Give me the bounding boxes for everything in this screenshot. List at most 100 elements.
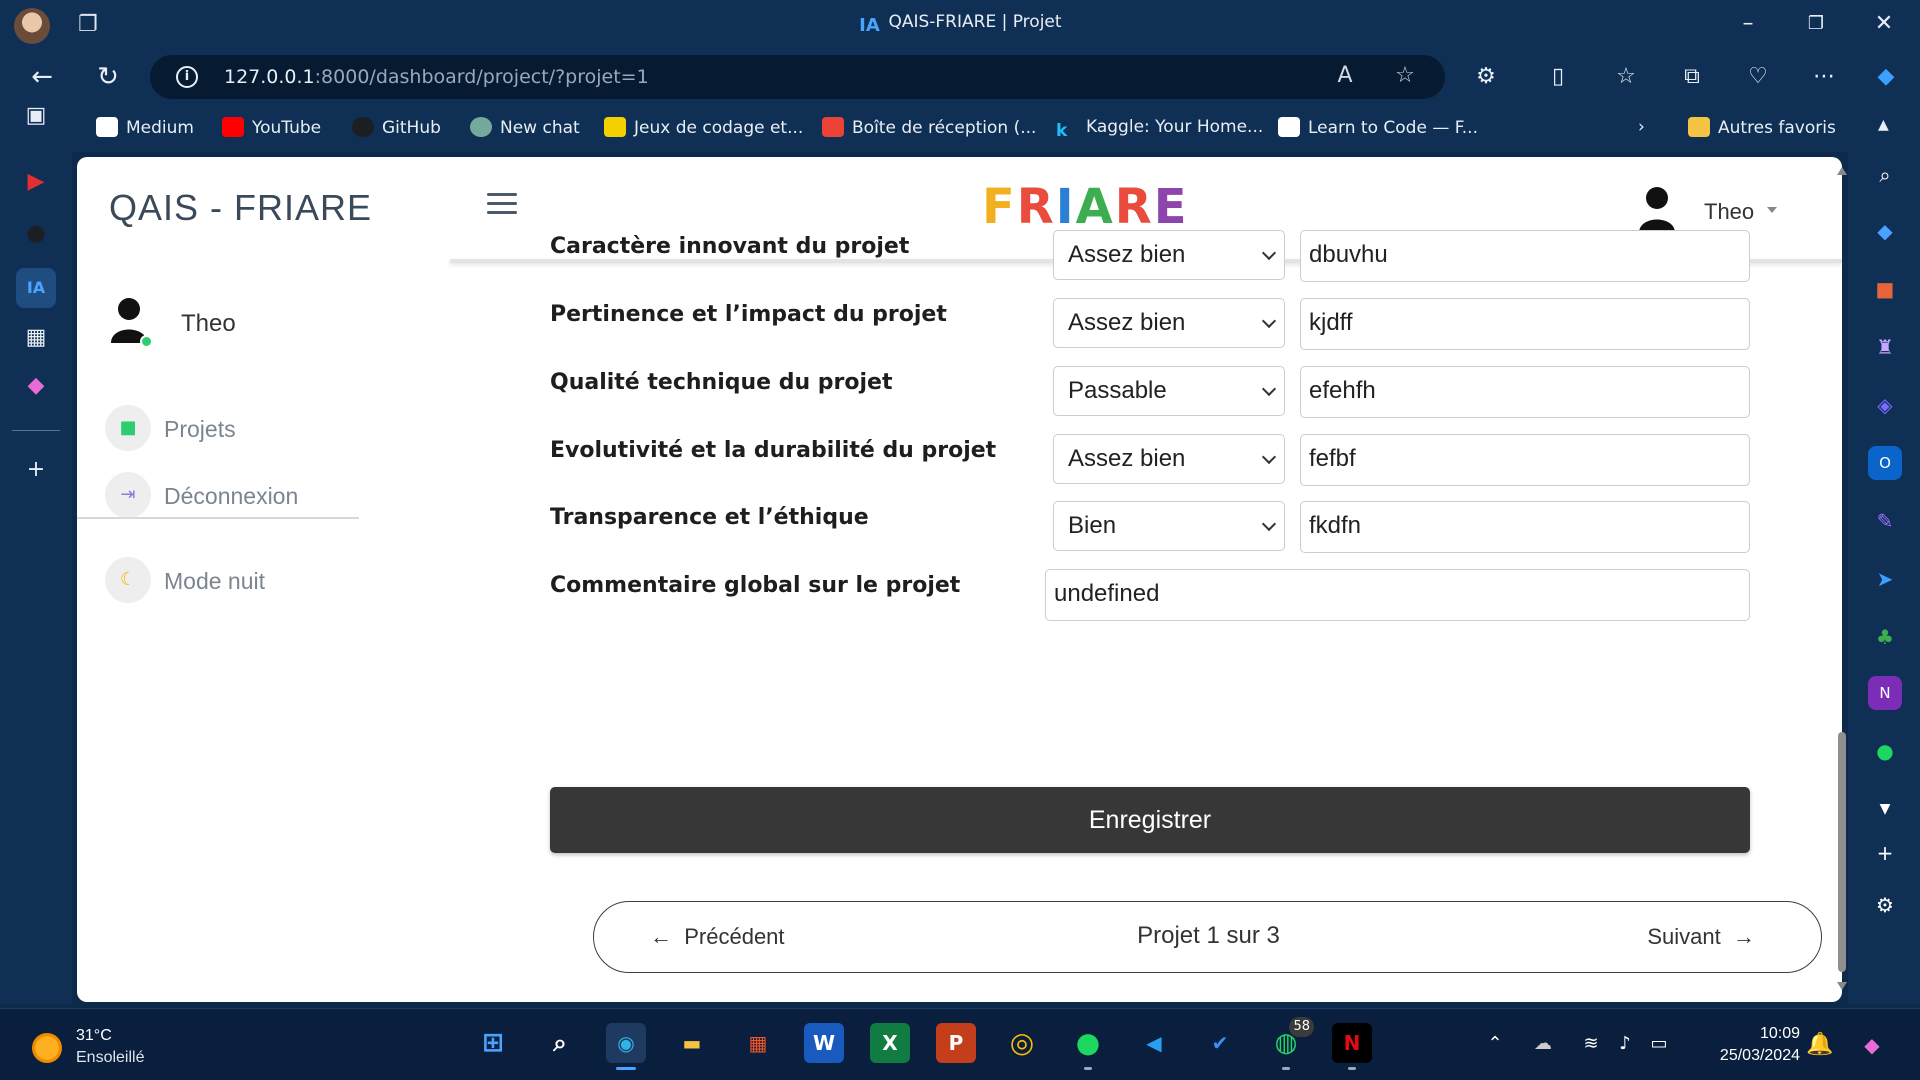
volume-icon[interactable]: ♪ xyxy=(1612,1031,1638,1057)
site-info-icon[interactable]: i xyxy=(176,66,198,88)
sidebar-item-mode-nuit[interactable]: ☾ Mode nuit xyxy=(105,557,345,605)
scroll-down-arrow-icon[interactable] xyxy=(1837,982,1847,990)
sidebar-add-icon[interactable]: + xyxy=(1868,836,1902,870)
designer-icon[interactable]: ✎ xyxy=(1868,504,1902,538)
bookmark-github[interactable]: GitHub xyxy=(352,117,441,138)
collapse-up-icon[interactable]: ▲ xyxy=(1878,117,1889,133)
rating-select[interactable]: Assez bien xyxy=(1053,230,1285,280)
comment-input[interactable]: kjdff xyxy=(1300,298,1750,350)
collections-icon[interactable]: ⧉ xyxy=(1676,62,1708,92)
url-text[interactable]: 127.0.0.1:8000/dashboard/project/?projet… xyxy=(224,66,649,88)
weather-temperature: 31°C xyxy=(76,1027,112,1044)
search-taskbar-icon[interactable]: ⌕ xyxy=(540,1023,580,1063)
rating-select[interactable]: Assez bien xyxy=(1053,434,1285,484)
sidebar-settings-gear-icon[interactable]: ⚙ xyxy=(1868,888,1902,922)
store-icon[interactable]: ▦ xyxy=(738,1023,778,1063)
copilot-taskbar-icon[interactable]: ◆ xyxy=(1852,1025,1892,1065)
next-button[interactable]: Suivant → xyxy=(1647,924,1755,950)
global-comment-label: Commentaire global sur le projet xyxy=(550,573,961,598)
edge-taskbar-icon[interactable]: ◉ xyxy=(606,1023,646,1070)
minimize-button[interactable]: – xyxy=(1730,8,1766,40)
netflix-icon[interactable]: N xyxy=(1332,1023,1372,1070)
performance-icon[interactable]: ♡ xyxy=(1742,62,1774,92)
tools-icon[interactable]: ■ xyxy=(1868,272,1902,306)
close-button[interactable]: ✕ xyxy=(1866,8,1902,40)
favorites-icon[interactable]: ☆ xyxy=(1610,62,1642,92)
tab-panel-icon[interactable]: ▣ xyxy=(16,96,56,136)
notifications-bell-icon[interactable]: 🔔 xyxy=(1800,1025,1840,1065)
back-button[interactable]: ← xyxy=(24,60,60,94)
microsoft365-icon[interactable]: ◈ xyxy=(1868,388,1902,422)
sidebar-item-deconnexion[interactable]: ⇥ Déconnexion xyxy=(105,472,345,520)
outlook-icon[interactable]: O xyxy=(1868,446,1902,480)
app-brand[interactable]: QAIS - FRIARE xyxy=(109,187,372,229)
rating-select[interactable]: Passable xyxy=(1053,366,1285,416)
comment-input[interactable]: fkdfn xyxy=(1300,501,1750,553)
bookmark-youtube[interactable]: YouTube xyxy=(222,117,321,138)
sidebar-more-chevron-icon[interactable]: ▼ xyxy=(1868,792,1902,826)
chrome-icon[interactable]: ◎ xyxy=(1002,1023,1042,1063)
address-bar[interactable]: i 127.0.0.1:8000/dashboard/project/?proj… xyxy=(150,55,1445,99)
logout-icon: ⇥ xyxy=(105,472,151,518)
scrollbar-thumb[interactable] xyxy=(1838,732,1846,972)
new-tab-plus-icon[interactable]: + xyxy=(16,450,56,490)
rating-select[interactable]: Assez bien xyxy=(1053,298,1285,348)
word-icon[interactable]: W xyxy=(804,1023,844,1063)
bookmark-new-chat[interactable]: New chat xyxy=(470,117,580,138)
battery-icon[interactable]: ▭ xyxy=(1646,1031,1672,1057)
bookmark-kaggle[interactable]: k Kaggle: Your Home... xyxy=(1056,117,1263,141)
hamburger-menu-icon[interactable] xyxy=(487,193,517,217)
other-favorites-folder[interactable]: Autres favoris xyxy=(1688,117,1836,138)
bookmark-jeux-de-codage[interactable]: Jeux de codage et... xyxy=(604,117,803,138)
wifi-icon[interactable]: ≋ xyxy=(1578,1031,1604,1057)
favorite-star-icon[interactable]: ☆ xyxy=(1390,63,1420,91)
shopping-tag-icon[interactable]: ◆ xyxy=(1868,214,1902,248)
split-screen-icon[interactable]: ▯ xyxy=(1542,62,1574,92)
spotify-icon[interactable]: ● xyxy=(1868,734,1902,768)
logo-letter: R xyxy=(1114,179,1154,235)
todo-icon[interactable]: ✔ xyxy=(1200,1023,1240,1063)
copilot-tab-icon[interactable]: ◆ xyxy=(16,366,56,406)
global-comment-input[interactable]: undefined xyxy=(1045,569,1750,621)
taskbar-clock[interactable]: 10:09 25/03/2024 xyxy=(1700,1023,1800,1067)
youtube-tab-icon[interactable]: ▶ xyxy=(16,162,56,202)
start-windows-icon[interactable]: ⊞ xyxy=(473,1023,513,1063)
comment-input[interactable]: fefbf xyxy=(1300,434,1750,486)
bookmarks-overflow-chevron-icon[interactable]: › xyxy=(1638,117,1645,137)
calendar-tab-icon[interactable]: ▦ xyxy=(16,318,56,358)
onedrive-error-icon[interactable]: ☁ xyxy=(1530,1031,1556,1057)
excel-icon[interactable]: X xyxy=(870,1023,910,1063)
read-aloud-icon[interactable]: A xyxy=(1330,63,1360,91)
page-scrollbar[interactable] xyxy=(1837,167,1847,997)
weather-widget[interactable]: 31°C Ensoleillé xyxy=(32,1027,172,1071)
restore-button[interactable]: ❐ xyxy=(1798,8,1834,40)
bookmark-medium[interactable]: Medium xyxy=(96,117,194,138)
vscode-icon[interactable]: ◀ xyxy=(1134,1023,1174,1063)
games-icon[interactable]: ♜ xyxy=(1868,330,1902,364)
tree-icon[interactable]: ♣ xyxy=(1868,620,1902,654)
copilot-icon[interactable]: ◆ xyxy=(1870,62,1902,92)
extensions-icon[interactable]: ⚙ xyxy=(1470,62,1502,92)
sun-icon xyxy=(32,1033,62,1063)
save-button[interactable]: Enregistrer xyxy=(550,787,1750,853)
scroll-up-arrow-icon[interactable] xyxy=(1837,167,1847,175)
comment-input[interactable]: efehfh xyxy=(1300,366,1750,418)
more-menu-icon[interactable]: ⋯ xyxy=(1808,62,1840,92)
sidebar-item-projets[interactable]: ■ Projets xyxy=(105,405,345,453)
search-icon[interactable]: ⌕ xyxy=(1868,158,1902,192)
github-tab-icon[interactable]: ● xyxy=(16,214,56,254)
spotify-taskbar-icon[interactable]: ● xyxy=(1068,1023,1108,1070)
whatsapp-icon[interactable]: ◍ 58 xyxy=(1266,1017,1314,1070)
qais-friare-tab-icon[interactable]: IA xyxy=(16,268,56,308)
file-explorer-icon[interactable]: ▬ xyxy=(672,1023,712,1063)
telegram-icon[interactable]: ➤ xyxy=(1868,562,1902,596)
bookmark-freecodecamp[interactable]: Learn to Code — F... xyxy=(1278,117,1478,138)
bookmark-gmail[interactable]: Boîte de réception (... xyxy=(822,117,1036,138)
tray-chevron-up-icon[interactable]: ⌃ xyxy=(1482,1031,1508,1057)
onenote-icon[interactable]: N xyxy=(1868,676,1902,710)
powerpoint-icon[interactable]: P xyxy=(936,1023,976,1063)
refresh-button[interactable]: ↻ xyxy=(90,60,126,94)
sidebar-item-label: Déconnexion xyxy=(164,483,299,509)
comment-input[interactable]: dbuvhu xyxy=(1300,230,1750,282)
rating-select[interactable]: Bien xyxy=(1053,501,1285,551)
